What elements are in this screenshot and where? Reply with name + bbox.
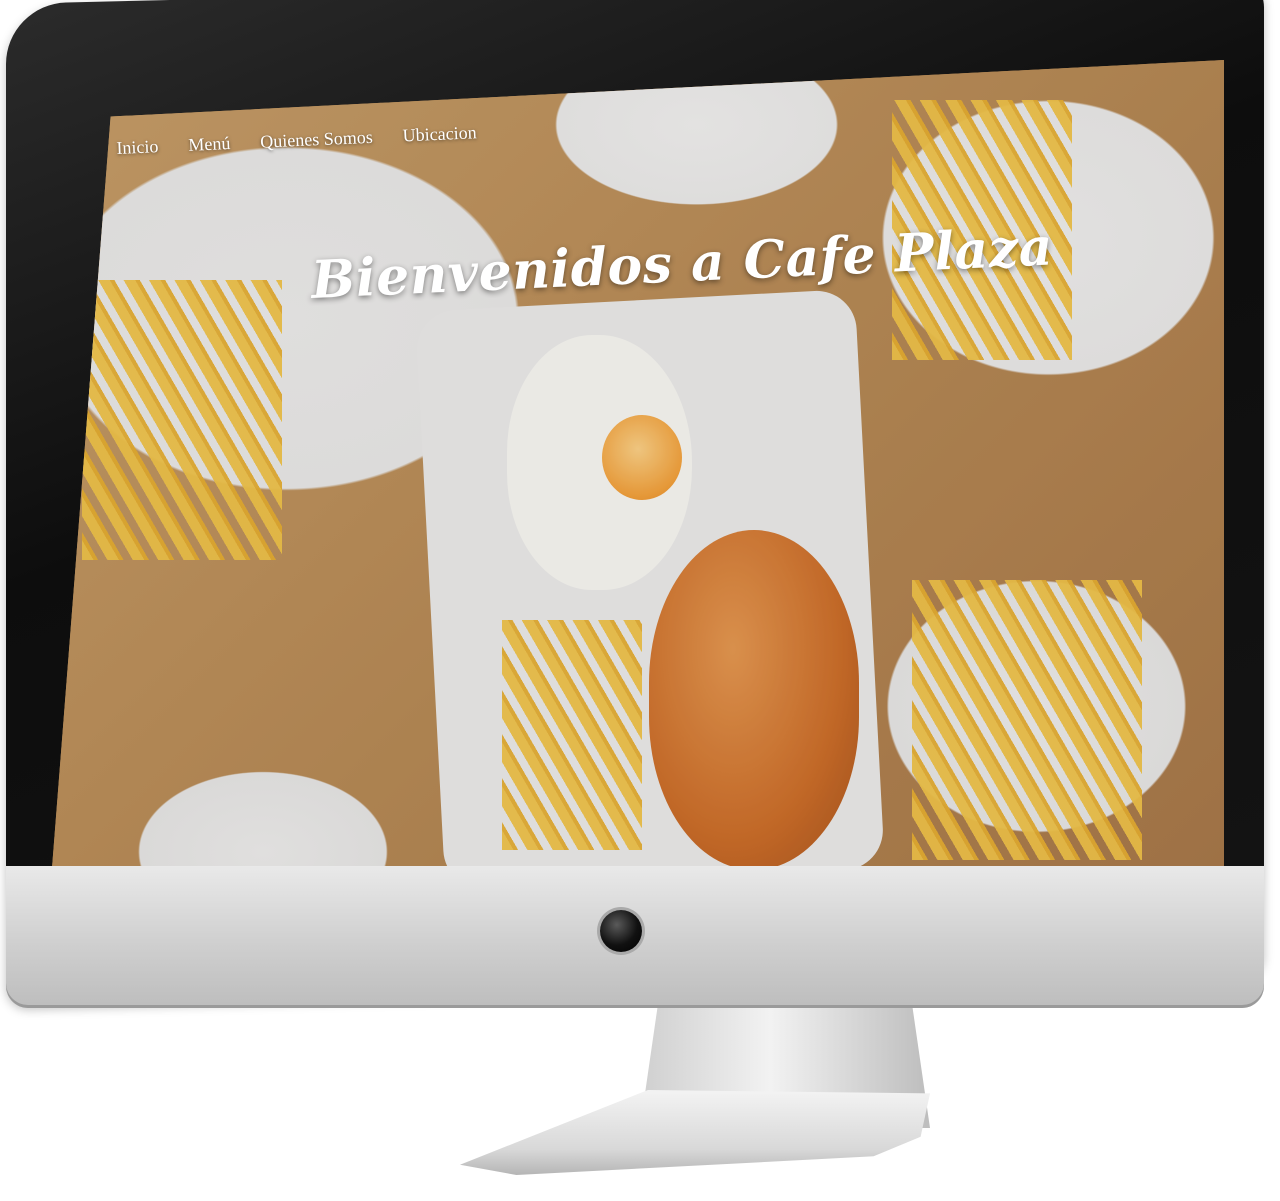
nav-ubicacion-link[interactable]: Ubicacion — [402, 122, 477, 146]
webcam-icon — [600, 910, 642, 952]
nav-menu-link[interactable]: Menú — [188, 133, 231, 156]
monitor-stand-base — [460, 1090, 930, 1175]
website-screen: Inicio Menú Quienes Somos Ubicacion Bien… — [52, 60, 1224, 868]
hero-overlay — [52, 60, 1224, 868]
nav-inicio-link[interactable]: Inicio — [116, 136, 159, 159]
